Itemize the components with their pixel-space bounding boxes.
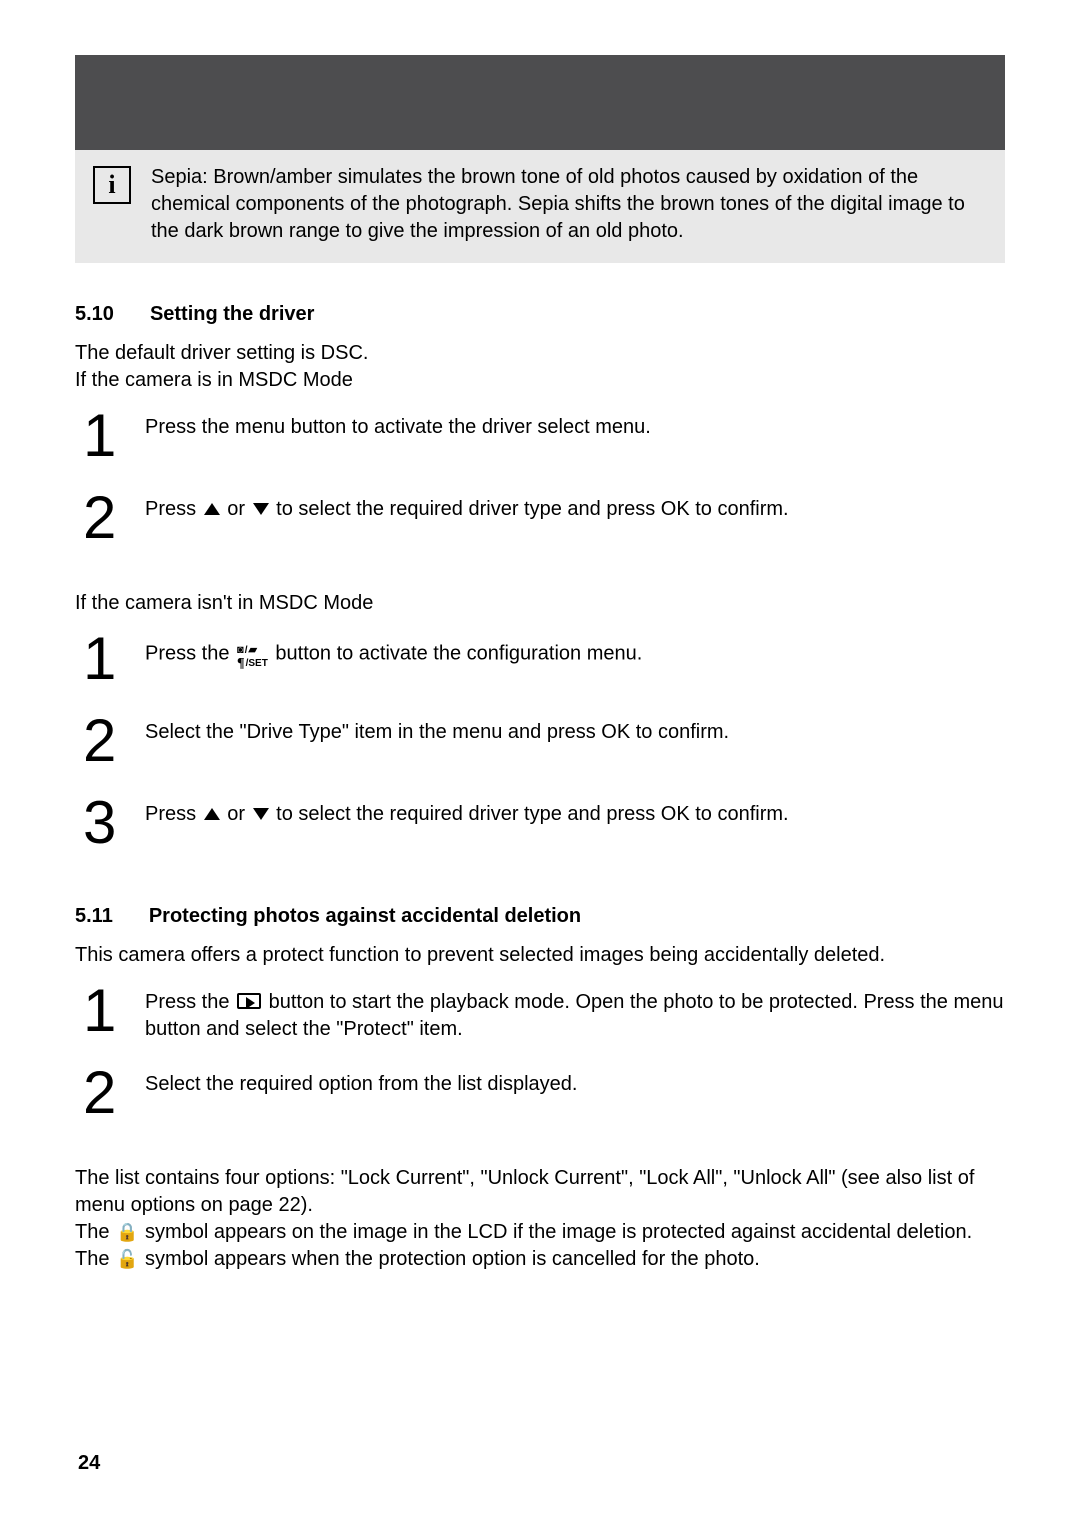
- down-arrow-icon: [253, 503, 269, 515]
- section-number: 5.11: [75, 905, 113, 928]
- info-callout: i Sepia: Brown/amber simulates the brown…: [75, 150, 1005, 263]
- step-511-1: 1 Press the button to start the playback…: [75, 981, 1005, 1053]
- manual-page: i Sepia: Brown/amber simulates the brown…: [0, 0, 1080, 1530]
- info-text: Sepia: Brown/amber simulates the brown t…: [151, 160, 987, 245]
- unlock-icon: 🔓: [116, 1250, 138, 1268]
- playback-icon: [237, 993, 261, 1009]
- page-number: 24: [78, 1452, 100, 1475]
- section-title: Setting the driver: [150, 303, 314, 326]
- section-number: 5.10: [75, 303, 114, 326]
- step-510-nm-2: 2 Select the "Drive Type" item in the me…: [75, 711, 1005, 783]
- section-heading-510: 5.10 Setting the driver: [75, 303, 1005, 326]
- section-title: Protecting photos against accidental del…: [149, 905, 581, 928]
- up-arrow-icon: [204, 808, 220, 820]
- step-number: 2: [75, 711, 115, 771]
- header-bar: [75, 55, 1005, 150]
- section-510-not-msdc-intro: If the camera isn't in MSDC Mode: [75, 590, 1005, 617]
- step-text: Press or to select the required driver t…: [145, 793, 1005, 828]
- section-511-intro: This camera offers a protect function to…: [75, 942, 1005, 969]
- step-text: Press or to select the required driver t…: [145, 488, 1005, 523]
- step-number: 1: [75, 406, 115, 466]
- step-510-nm-1: 1 Press the ◙/▰¶/SET button to activate …: [75, 629, 1005, 701]
- down-arrow-icon: [253, 808, 269, 820]
- section-heading-511: 5.11 Protecting photos against accidenta…: [75, 905, 1005, 928]
- step-number: 3: [75, 793, 115, 853]
- step-511-2: 2 Select the required option from the li…: [75, 1063, 1005, 1135]
- section-510-intro: The default driver setting is DSC. If th…: [75, 340, 1005, 394]
- step-510-msdc-1: 1 Press the menu button to activate the …: [75, 406, 1005, 478]
- step-text: Press the menu button to activate the dr…: [145, 406, 1005, 441]
- step-text: Press the button to start the playback m…: [145, 981, 1005, 1043]
- step-number: 1: [75, 981, 115, 1041]
- step-number: 2: [75, 488, 115, 548]
- step-text: Select the "Drive Type" item in the menu…: [145, 711, 1005, 746]
- up-arrow-icon: [204, 503, 220, 515]
- step-number: 2: [75, 1063, 115, 1123]
- step-text: Press the ◙/▰¶/SET button to activate th…: [145, 629, 1005, 671]
- step-number: 1: [75, 629, 115, 689]
- step-text: Select the required option from the list…: [145, 1063, 1005, 1098]
- info-icon: i: [93, 166, 131, 204]
- step-510-msdc-2: 2 Press or to select the required driver…: [75, 488, 1005, 560]
- section-511-footer: The list contains four options: "Lock Cu…: [75, 1165, 1005, 1273]
- set-button-icon: ◙/▰¶/SET: [235, 637, 270, 671]
- lock-icon: 🔒: [116, 1223, 138, 1241]
- step-510-nm-3: 3 Press or to select the required driver…: [75, 793, 1005, 865]
